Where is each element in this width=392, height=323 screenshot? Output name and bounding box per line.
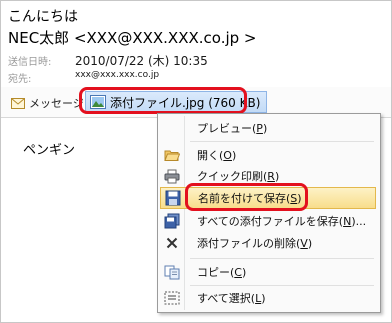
preview-icon <box>160 117 184 139</box>
menu-item-label: プレビュー(P) <box>197 122 268 135</box>
menu-item-label: すべての添付ファイルを保存(N)... <box>197 215 367 228</box>
to-value[interactable]: xxx@xxx.xxx.co.jp <box>75 70 159 80</box>
context-menu: プレビュー(P) 開く(O) クイック印刷(R) 名前を付けて保存(S) すべて… <box>157 113 381 313</box>
sent-label: 送信日時: <box>8 57 52 68</box>
message-body: ペンギン <box>23 143 76 158</box>
menu-item-label: クイック印刷(R) <box>197 170 280 183</box>
menu-item-remove-attachment[interactable]: 添付ファイルの削除(V) <box>160 232 376 254</box>
menu-item-copy[interactable]: コピー(C) <box>160 261 376 283</box>
menu-separator <box>190 141 374 142</box>
menu-item-label: すべて選択(L) <box>197 292 266 305</box>
sender-name[interactable]: NEC太郎 <XXX@XXX.XXX.co.jp > <box>8 27 256 48</box>
message-tab-label: メッセージ <box>29 97 84 110</box>
menu-item-preview[interactable]: プレビュー(P) <box>160 117 376 139</box>
delete-x-icon <box>160 232 184 254</box>
save-as-highlight-frame <box>185 183 308 211</box>
save-all-icon <box>160 210 184 232</box>
copy-icon <box>160 261 184 283</box>
message-subject: こんにちは <box>8 9 78 25</box>
menu-item-save-all[interactable]: すべての添付ファイルを保存(N)... <box>160 210 376 232</box>
menu-item-label: 添付ファイルの削除(V) <box>197 237 313 250</box>
select-all-icon <box>160 287 184 309</box>
envelope-icon <box>11 97 25 109</box>
menu-item-label: コピー(C) <box>197 266 247 279</box>
attachment-highlight-frame <box>79 87 247 114</box>
menu-separator <box>190 258 374 259</box>
printer-icon <box>160 165 184 187</box>
menu-item-open[interactable]: 開く(O) <box>160 144 376 166</box>
to-row: 宛先: xxx@xxx.xxx.co.jp <box>8 70 159 85</box>
open-folder-icon <box>160 144 184 166</box>
sent-row: 送信日時: 2010/07/22 (木) 10:35 <box>8 53 208 68</box>
menu-item-select-all[interactable]: すべて選択(L) <box>160 287 376 309</box>
message-tab[interactable]: メッセージ <box>11 95 84 111</box>
menu-separator <box>190 285 374 286</box>
to-label: 宛先: <box>8 74 32 85</box>
save-icon <box>161 187 185 209</box>
sent-value: 2010/07/22 (木) 10:35 <box>75 54 208 68</box>
menu-item-label: 開く(O) <box>197 149 237 162</box>
